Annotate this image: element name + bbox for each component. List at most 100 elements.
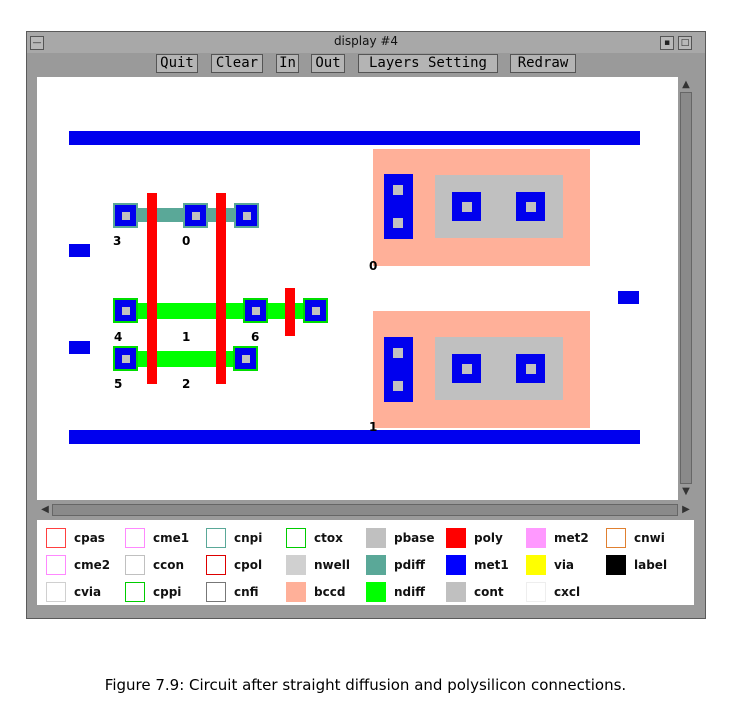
- contact-cut: [192, 212, 200, 220]
- legend-swatch-poly[interactable]: [446, 528, 466, 548]
- node-label: 6: [251, 330, 260, 344]
- metal-contact: [384, 174, 413, 239]
- legend-label-label: label: [634, 558, 668, 572]
- metal-contact: [384, 337, 413, 402]
- legend-swatch-cnfi[interactable]: [206, 582, 226, 602]
- legend-swatch-cnpi[interactable]: [206, 528, 226, 548]
- legend-label-cnwi: cnwi: [634, 531, 665, 545]
- node-label: 5: [114, 377, 123, 391]
- vertical-scroll-thumb[interactable]: [680, 92, 692, 484]
- legend-swatch-cme2[interactable]: [46, 555, 66, 575]
- legend-swatch-met2[interactable]: [526, 528, 546, 548]
- legend-label-cxcl: cxcl: [554, 585, 581, 599]
- legend-label-met2: met2: [554, 531, 589, 545]
- title-bar[interactable]: display #4: [27, 32, 705, 54]
- legend-label-cpol: cpol: [234, 558, 263, 572]
- metal-contact: [516, 354, 545, 383]
- legend-label-nwell: nwell: [314, 558, 350, 572]
- legend-label-bccd: bccd: [314, 585, 346, 599]
- contact-cut: [122, 212, 130, 220]
- legend-swatch-cme1[interactable]: [125, 528, 145, 548]
- legend-label-cnpi: cnpi: [234, 531, 263, 545]
- contact-cut: [526, 202, 536, 212]
- node-label: 0: [369, 259, 378, 273]
- minimize-icon[interactable]: ▪: [660, 36, 674, 50]
- layer-legend: cpas cme1 cnpi ctox pbase poly met2 cnwi cme2 cco…: [37, 520, 694, 605]
- poly-gate: [216, 193, 226, 384]
- contact-cut: [393, 185, 403, 195]
- legend-swatch-cppi[interactable]: [125, 582, 145, 602]
- metal-contact: [516, 192, 545, 221]
- bccd-cell: [373, 311, 590, 428]
- legend-swatch-pbase[interactable]: [366, 528, 386, 548]
- io-pin: [618, 291, 639, 304]
- contact-cut: [242, 355, 250, 363]
- quit-button[interactable]: Quit: [156, 54, 198, 73]
- legend-label-cnfi: cnfi: [234, 585, 259, 599]
- io-pin: [69, 244, 90, 257]
- layers-setting-button[interactable]: Layers Setting: [358, 54, 498, 73]
- horizontal-scroll-thumb[interactable]: [52, 504, 678, 516]
- contact-cut: [252, 307, 260, 315]
- legend-swatch-nwell[interactable]: [286, 555, 306, 575]
- legend-swatch-cxcl[interactable]: [526, 582, 546, 602]
- legend-swatch-via[interactable]: [526, 555, 546, 575]
- io-pin: [69, 341, 90, 354]
- legend-label-ctox: ctox: [314, 531, 343, 545]
- node-label: 3: [113, 234, 122, 248]
- legend-swatch-cpol[interactable]: [206, 555, 226, 575]
- legend-swatch-cnwi[interactable]: [606, 528, 626, 548]
- legend-label-met1: met1: [474, 558, 509, 572]
- legend-swatch-ndiff[interactable]: [366, 582, 386, 602]
- poly-gate: [147, 193, 157, 384]
- legend-label-cppi: cppi: [153, 585, 182, 599]
- window-title: display #4: [333, 34, 399, 48]
- redraw-button[interactable]: Redraw: [510, 54, 576, 73]
- legend-swatch-cvia[interactable]: [46, 582, 66, 602]
- legend-label-cvia: cvia: [74, 585, 102, 599]
- legend-swatch-ctox[interactable]: [286, 528, 306, 548]
- legend-swatch-bccd[interactable]: [286, 582, 306, 602]
- zoom-out-button[interactable]: Out: [311, 54, 345, 73]
- contact-cut: [462, 364, 472, 374]
- scroll-left-icon[interactable]: ◀: [38, 503, 52, 517]
- node-label: 2: [182, 377, 191, 391]
- metal-contact: [452, 354, 481, 383]
- contact: [113, 346, 138, 371]
- contact: [233, 346, 258, 371]
- legend-label-pdiff: pdiff: [394, 558, 426, 572]
- contact-cut: [243, 212, 251, 220]
- clear-button[interactable]: Clear: [211, 54, 263, 73]
- bccd-cell: [373, 149, 590, 266]
- contact-cut: [393, 381, 403, 391]
- legend-label-cpas: cpas: [74, 531, 105, 545]
- zoom-in-button[interactable]: In: [276, 54, 299, 73]
- legend-swatch-ccon[interactable]: [125, 555, 145, 575]
- scroll-up-icon[interactable]: ▲: [679, 78, 693, 92]
- top-metal-rail: [69, 131, 640, 145]
- legend-swatch-cont[interactable]: [446, 582, 466, 602]
- contact: [183, 203, 208, 228]
- legend-label-via: via: [554, 558, 575, 572]
- scroll-right-icon[interactable]: ▶: [679, 503, 693, 517]
- node-label: 0: [182, 234, 191, 248]
- legend-label-pbase: pbase: [394, 531, 435, 545]
- legend-swatch-met1[interactable]: [446, 555, 466, 575]
- contact-cut: [312, 307, 320, 315]
- node-label: 1: [369, 420, 378, 434]
- legend-swatch-pdiff[interactable]: [366, 555, 386, 575]
- legend-label-ndiff: ndiff: [394, 585, 425, 599]
- legend-swatch-cpas[interactable]: [46, 528, 66, 548]
- node-label: 4: [114, 330, 123, 344]
- legend-swatch-label[interactable]: [606, 555, 626, 575]
- maximize-icon[interactable]: □: [678, 36, 692, 50]
- contact-cut: [393, 218, 403, 228]
- contact-cut: [393, 348, 403, 358]
- layout-canvas[interactable]: 3 0 4 1 6 5 2 0 1: [37, 77, 678, 500]
- contact: [234, 203, 259, 228]
- contact-cut: [122, 355, 130, 363]
- contact: [113, 298, 138, 323]
- legend-label-cont: cont: [474, 585, 504, 599]
- window-menu-icon[interactable]: —: [30, 36, 44, 50]
- scroll-down-icon[interactable]: ▼: [679, 485, 693, 499]
